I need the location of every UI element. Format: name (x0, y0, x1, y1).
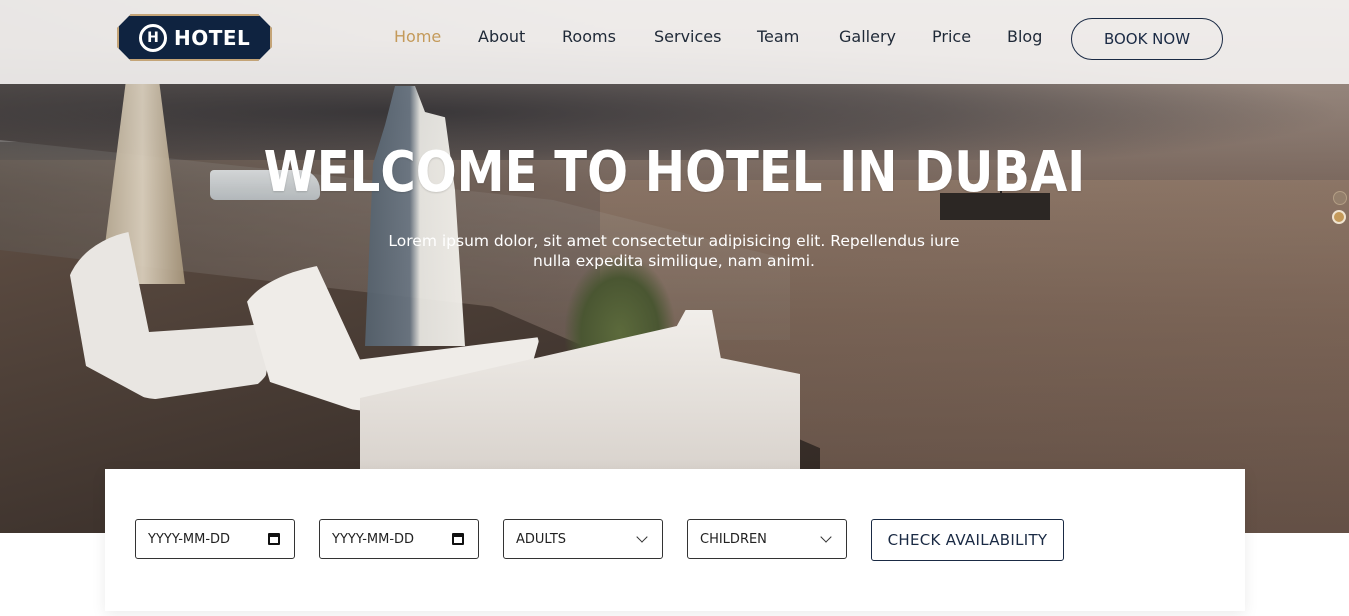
checkin-date-input[interactable]: YYYY-MM-DD (135, 519, 295, 559)
children-select-label: CHILDREN (700, 531, 767, 547)
calendar-icon[interactable] (268, 533, 280, 545)
nav-item-price[interactable]: Price (932, 27, 971, 46)
nav-item-home[interactable]: Home (394, 27, 441, 46)
chevron-down-icon (636, 531, 648, 543)
nav-item-about[interactable]: About (478, 27, 525, 46)
hotel-logo[interactable]: H HOTEL (117, 14, 272, 61)
site-header: H HOTEL Home About Rooms Services Team G… (0, 0, 1349, 84)
booking-form: YYYY-MM-DD YYYY-MM-DD ADULTS CHILDREN CH… (105, 469, 1245, 611)
nav-item-blog[interactable]: Blog (1007, 27, 1042, 46)
hero-title: WELCOME TO HOTEL IN DUBAI (263, 140, 1086, 205)
nav-item-gallery[interactable]: Gallery (839, 27, 896, 46)
adults-select[interactable]: ADULTS (503, 519, 663, 559)
logo-text: HOTEL (174, 25, 251, 50)
logo-badge-icon: H (139, 23, 167, 52)
nav-item-rooms[interactable]: Rooms (562, 27, 616, 46)
hero-subtitle: Lorem ipsum dolor, sit amet consectetur … (388, 232, 960, 270)
chevron-down-icon (820, 531, 832, 543)
nav-item-team[interactable]: Team (757, 27, 799, 46)
checkout-date-placeholder: YYYY-MM-DD (332, 531, 415, 547)
slider-dot-1[interactable] (1333, 191, 1347, 205)
check-availability-button[interactable]: CHECK AVAILABILITY (871, 519, 1064, 561)
slider-dot-2-active[interactable] (1332, 210, 1346, 224)
children-select[interactable]: CHILDREN (687, 519, 847, 559)
checkout-date-input[interactable]: YYYY-MM-DD (319, 519, 479, 559)
calendar-icon[interactable] (452, 533, 464, 545)
checkin-date-placeholder: YYYY-MM-DD (148, 531, 231, 547)
adults-select-label: ADULTS (516, 531, 567, 547)
nav-item-services[interactable]: Services (654, 27, 721, 46)
book-now-button[interactable]: BOOK NOW (1071, 18, 1223, 60)
